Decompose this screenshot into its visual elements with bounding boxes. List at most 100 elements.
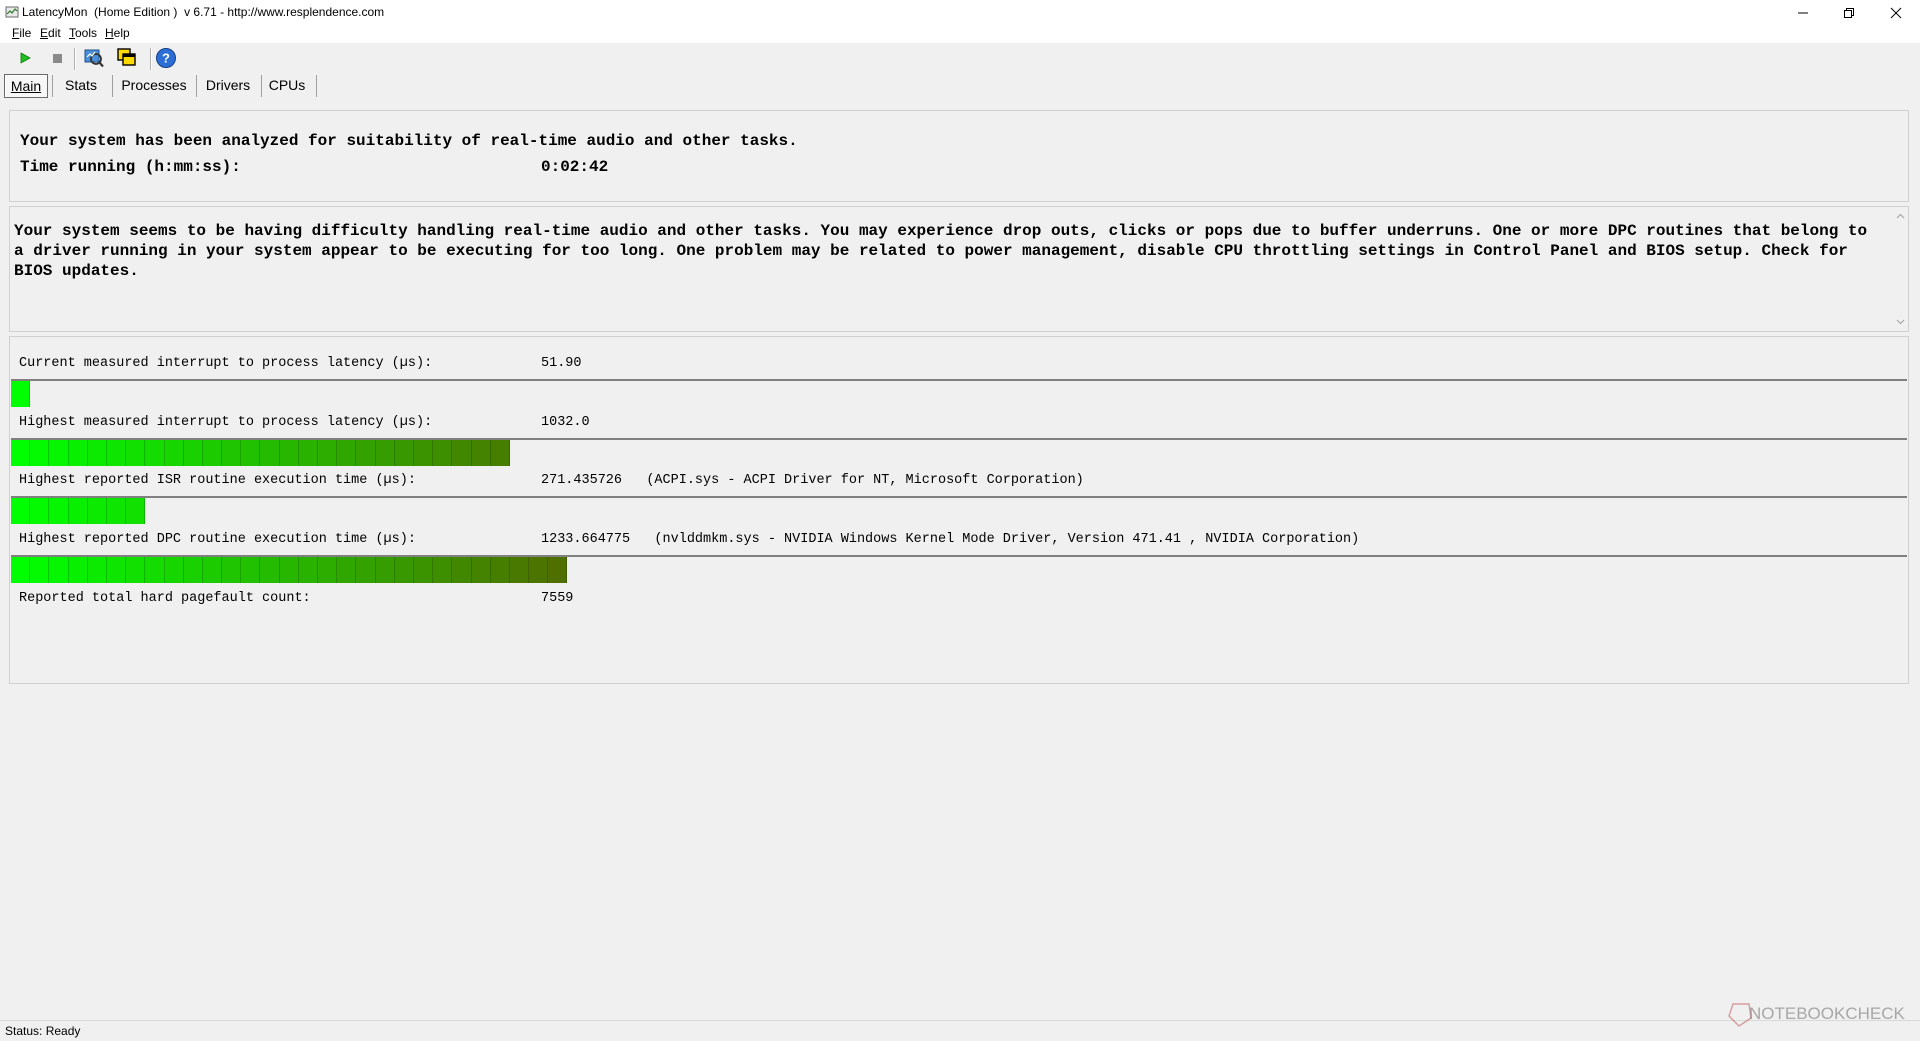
dpc-time-value: 1233.664775 (nvlddmkm.sys - NVIDIA Windo… bbox=[541, 532, 1360, 547]
minimize-button[interactable] bbox=[1780, 0, 1826, 25]
menu-tools[interactable]: Tools bbox=[69, 26, 97, 40]
tab-separator bbox=[196, 75, 197, 97]
close-icon bbox=[1890, 7, 1902, 18]
bar-segment bbox=[298, 440, 318, 466]
copy-windows-icon bbox=[117, 48, 136, 66]
tab-label: CPUs bbox=[268, 77, 306, 93]
bar-segment bbox=[11, 440, 31, 466]
bar-fill bbox=[11, 440, 510, 466]
bar-segment bbox=[87, 557, 107, 583]
bar-segment bbox=[164, 557, 184, 583]
bar-segment bbox=[394, 440, 414, 466]
bar-segment bbox=[490, 557, 510, 583]
bar-segment bbox=[433, 440, 453, 466]
app-icon bbox=[5, 6, 19, 18]
bar-segment bbox=[126, 498, 146, 524]
bar-segment bbox=[145, 557, 165, 583]
bar-segment bbox=[394, 557, 414, 583]
dpc-time-bar bbox=[11, 555, 1907, 583]
bar-segment bbox=[548, 557, 568, 583]
bar-segment bbox=[490, 440, 510, 466]
svg-text:?: ? bbox=[162, 51, 170, 66]
bar-segment bbox=[49, 557, 69, 583]
tab-main[interactable]: Main bbox=[4, 74, 48, 98]
conclusion-text: Your system seems to be having difficult… bbox=[14, 222, 1868, 280]
bar-segment bbox=[337, 557, 357, 583]
tab-drivers[interactable]: Drivers bbox=[201, 74, 255, 96]
start-button[interactable] bbox=[14, 47, 36, 69]
time-running-value: 0:02:42 bbox=[541, 158, 609, 176]
title-bar[interactable]: LatencyMon (Home Edition ) v 6.71 - http… bbox=[0, 0, 1920, 25]
vertical-scrollbar[interactable] bbox=[1892, 207, 1908, 331]
bar-segment bbox=[375, 557, 395, 583]
tab-cpus[interactable]: CPUs bbox=[266, 74, 308, 96]
scroll-up-icon[interactable] bbox=[1896, 213, 1905, 219]
bar-fill bbox=[11, 498, 146, 524]
bar-segment bbox=[509, 557, 530, 583]
close-button[interactable] bbox=[1873, 0, 1919, 25]
bar-segment bbox=[471, 557, 491, 583]
current-latency-label: Current measured interrupt to process la… bbox=[19, 356, 433, 371]
menu-help[interactable]: Help bbox=[105, 26, 130, 40]
toolbar-separator bbox=[74, 48, 76, 70]
menu-bar: File Edit Tools Help bbox=[0, 25, 1920, 43]
bar-segment bbox=[318, 440, 338, 466]
analyze-button[interactable] bbox=[83, 47, 105, 69]
tab-separator bbox=[316, 75, 317, 97]
bar-segment bbox=[145, 440, 165, 466]
time-running-label: Time running (h:mm:ss): bbox=[20, 158, 241, 176]
bar-segment bbox=[298, 557, 318, 583]
bar-segment bbox=[68, 557, 88, 583]
summary-panel: Your system has been analyzed for suitab… bbox=[9, 110, 1909, 202]
current-latency-value: 51.90 bbox=[541, 356, 582, 371]
isr-time-bar bbox=[11, 496, 1907, 524]
highest-latency-value: 1032.0 bbox=[541, 415, 590, 430]
bar-segment bbox=[106, 557, 127, 583]
bar-segment bbox=[126, 557, 146, 583]
help-button[interactable]: ? bbox=[155, 47, 177, 69]
toolbar: ? bbox=[0, 44, 1920, 74]
bar-segment bbox=[260, 557, 280, 583]
bar-segment bbox=[222, 440, 242, 466]
pagefault-value: 7559 bbox=[541, 591, 574, 606]
notebookcheck-watermark-logo: NOTEBOOKCHECK bbox=[1728, 1003, 1906, 1027]
menu-edit[interactable]: Edit bbox=[40, 26, 61, 40]
stop-icon bbox=[53, 54, 62, 63]
bar-segment bbox=[183, 440, 203, 466]
bar-segment bbox=[30, 440, 50, 466]
analyze-icon bbox=[84, 49, 104, 68]
bar-segment bbox=[222, 557, 242, 583]
scroll-down-icon[interactable] bbox=[1896, 319, 1905, 325]
bar-segment bbox=[337, 440, 357, 466]
tab-separator bbox=[52, 75, 53, 97]
tab-processes[interactable]: Processes bbox=[118, 74, 190, 96]
bar-segment bbox=[11, 498, 31, 524]
bar-segment bbox=[471, 440, 491, 466]
bar-segment bbox=[183, 557, 203, 583]
highest-latency-label: Highest measured interrupt to process la… bbox=[19, 415, 433, 430]
bar-segment bbox=[260, 440, 280, 466]
window-title: LatencyMon (Home Edition ) v 6.71 - http… bbox=[22, 5, 385, 19]
windows-button[interactable] bbox=[116, 47, 138, 69]
bar-segment bbox=[87, 440, 107, 466]
bar-segment bbox=[202, 557, 223, 583]
restore-button[interactable] bbox=[1826, 0, 1872, 25]
stop-button[interactable] bbox=[46, 47, 68, 69]
pagefault-label: Reported total hard pagefault count: bbox=[19, 591, 311, 606]
bar-segment bbox=[356, 440, 376, 466]
bar-segment bbox=[375, 440, 395, 466]
toolbar-separator bbox=[150, 48, 152, 70]
tab-stats[interactable]: Stats bbox=[58, 74, 104, 96]
bar-fill bbox=[11, 557, 568, 583]
tab-label: Processes bbox=[121, 77, 187, 93]
tab-label: Drivers bbox=[205, 77, 251, 93]
analysis-summary: Your system has been analyzed for suitab… bbox=[20, 132, 798, 150]
minimize-icon bbox=[1798, 12, 1808, 13]
svg-text:NOTEBOOKCHECK: NOTEBOOKCHECK bbox=[1749, 1004, 1906, 1023]
isr-time-label: Highest reported ISR routine execution t… bbox=[19, 473, 416, 488]
menu-file[interactable]: File bbox=[12, 26, 31, 40]
bar-segment bbox=[529, 557, 549, 583]
isr-time-value: 271.435726 (ACPI.sys - ACPI Driver for N… bbox=[541, 473, 1084, 488]
highest-latency-bar bbox=[11, 438, 1907, 466]
bar-segment bbox=[241, 440, 261, 466]
